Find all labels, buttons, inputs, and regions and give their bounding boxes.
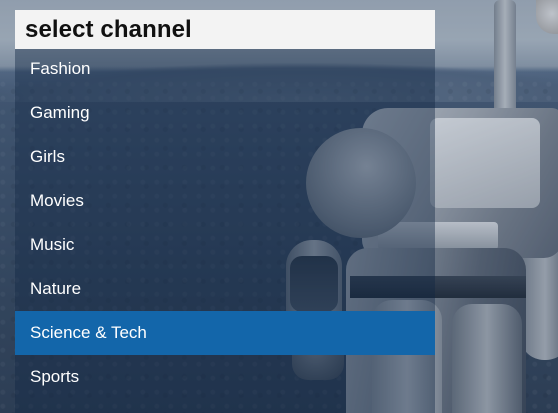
channel-menu: select channel Fashion Gaming Girls Movi… [15, 10, 435, 413]
channel-item-label: Fashion [30, 59, 91, 78]
channel-item-label: Music [30, 235, 75, 254]
channel-item-girls[interactable]: Girls [15, 135, 435, 179]
channel-item-sports[interactable]: Sports [15, 355, 435, 399]
channel-item-gaming[interactable]: Gaming [15, 91, 435, 135]
channel-item-label: Sports [30, 367, 80, 386]
channel-item-label: Nature [30, 279, 82, 298]
channel-item-movies[interactable]: Movies [15, 179, 435, 223]
channel-item-fashion[interactable]: Fashion [15, 47, 435, 91]
channel-item-label: Science & Tech [30, 323, 147, 342]
channel-item-music[interactable]: Music [15, 223, 435, 267]
channel-item-label: Gaming [30, 103, 90, 122]
channel-list: Fashion Gaming Girls Movies Music Nature… [15, 47, 435, 399]
channel-item-label: Movies [30, 191, 84, 210]
channel-item-nature[interactable]: Nature [15, 267, 435, 311]
menu-title: select channel [25, 15, 192, 43]
channel-item-label: Girls [30, 147, 65, 166]
menu-header: select channel [15, 10, 435, 49]
channel-item-science-tech[interactable]: Science & Tech [15, 311, 435, 355]
